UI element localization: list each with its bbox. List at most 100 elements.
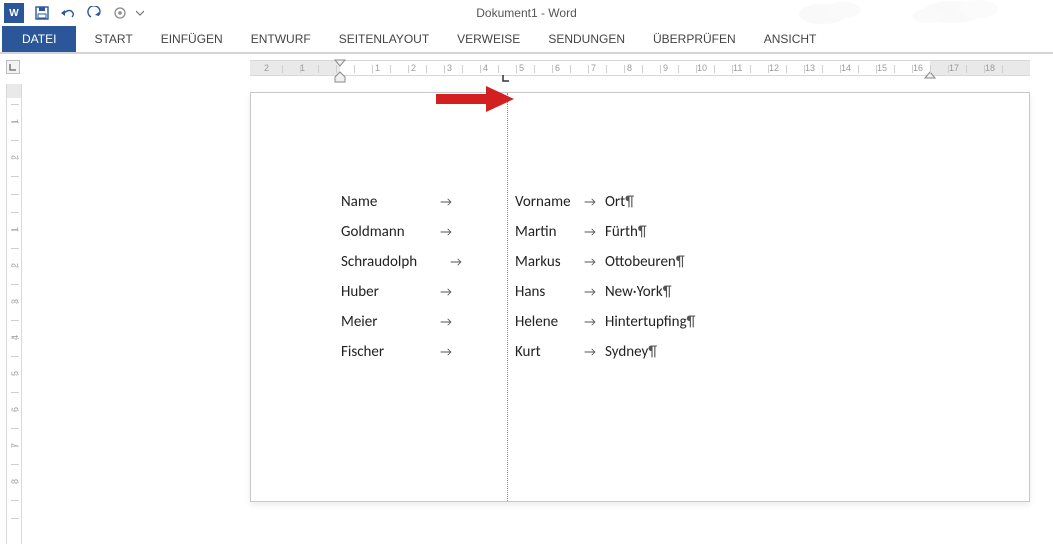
ruler-minor-tick (930, 65, 931, 73)
ruler-minor-tick (11, 518, 19, 519)
tab-mailings[interactable]: SENDUNGEN (534, 26, 639, 52)
document-text[interactable]: Name→Vorname→Ort¶Goldmann→Martin→Fürth¶S… (341, 187, 695, 367)
document-line[interactable]: Meier→Helene→Hintertupfing¶ (341, 307, 695, 337)
ruler-minor-tick (1002, 65, 1003, 73)
qat-customize-icon[interactable] (134, 2, 146, 24)
ruler-number: 15 (877, 63, 887, 73)
ruler-number: 13 (805, 63, 815, 73)
ruler-number: 9 (663, 63, 668, 73)
ruler-minor-tick (11, 230, 19, 231)
col2b-text: Hintertupfing (605, 313, 687, 331)
ruler-minor-tick (696, 65, 697, 73)
ruler-number: 1 (375, 63, 380, 73)
tab-references[interactable]: VERWEISE (443, 26, 534, 52)
tab-review[interactable]: ÜBERPRÜFEN (639, 26, 750, 52)
redo-icon[interactable] (82, 2, 106, 24)
ruler-number: 5 (519, 63, 524, 73)
document-page[interactable]: Name→Vorname→Ort¶Goldmann→Martin→Fürth¶S… (250, 92, 1030, 502)
ruler-minor-tick (11, 176, 19, 177)
tab-design[interactable]: ENTWURF (237, 26, 325, 52)
document-line[interactable]: Name→Vorname→Ort¶ (341, 187, 695, 217)
ruler-top-margin-shade (7, 84, 21, 98)
ruler-number: 6 (555, 63, 560, 73)
ruler-minor-tick (912, 65, 913, 73)
ruler-minor-tick (318, 65, 319, 73)
ruler-minor-tick (11, 500, 19, 501)
col1-text: Schraudolph (341, 247, 436, 277)
ruler-minor-tick (948, 65, 949, 73)
col1-text: Huber (341, 277, 426, 307)
ruler-minor-tick (534, 65, 535, 73)
ruler-number: 3 (447, 63, 452, 73)
ruler-minor-tick (462, 65, 463, 73)
document-line[interactable]: Schraudolph→Markus→Ottobeuren¶ (341, 247, 695, 277)
vertical-ruler[interactable]: 1 2 1 2 3 4 5 6 7 8 (6, 84, 22, 544)
col2b-text: Fürth (605, 223, 638, 241)
title-bar: W Dokument1 - Word (0, 0, 1053, 26)
ruler-minor-tick (750, 65, 751, 73)
col2a-text: Hans (515, 277, 575, 307)
ruler-minor-tick (732, 65, 733, 73)
ruler-minor-tick (480, 65, 481, 73)
col1-text: Goldmann (341, 217, 426, 247)
ruler-minor-tick (372, 65, 373, 73)
pilcrow-icon: ¶ (638, 223, 647, 241)
document-line[interactable]: Fischer→Kurt→Sydney¶ (341, 337, 695, 367)
window-title: Dokument1 - Word (476, 6, 576, 20)
ruler-minor-tick (678, 65, 679, 73)
ruler-minor-tick (336, 65, 337, 73)
ruler-minor-tick (354, 65, 355, 73)
tab-insert[interactable]: EINFÜGEN (147, 26, 237, 52)
ruler-number: 10 (697, 63, 707, 73)
ruler-minor-tick (11, 482, 19, 483)
tab-selector[interactable] (6, 60, 20, 74)
ruler-minor-tick (624, 65, 625, 73)
col2a-text: Vorname (515, 187, 575, 217)
ruler-minor-tick (11, 446, 19, 447)
tab-page-layout[interactable]: SEITENLAYOUT (325, 26, 443, 52)
ruler-minor-tick (11, 266, 19, 267)
tab-arrow-icon: → (436, 248, 476, 278)
horizontal-ruler[interactable]: 2 1 1 2 3 4 5 6 7 8 9 10 11 12 13 14 15 … (250, 60, 1030, 76)
ruler-number: 8 (627, 63, 632, 73)
document-line[interactable]: Goldmann→Martin→Fürth¶ (341, 217, 695, 247)
ruler-minor-tick (11, 284, 19, 285)
ruler-number: 16 (913, 63, 923, 73)
ruler-minor-tick (11, 464, 19, 465)
col2b-text: Ottobeuren (605, 253, 676, 271)
ruler-number: 14 (841, 63, 851, 73)
save-icon[interactable] (30, 2, 54, 24)
ruler-number: 17 (949, 63, 959, 73)
tab-file[interactable]: DATEI (2, 26, 76, 52)
ruler-minor-tick (516, 65, 517, 73)
tab-arrow-icon: → (426, 308, 466, 338)
work-area: 2 1 1 2 3 4 5 6 7 8 9 10 11 12 13 14 15 … (0, 54, 1053, 502)
ruler-minor-tick (11, 356, 19, 357)
ruler-minor-tick (984, 65, 985, 73)
tab-arrow-icon: → (575, 308, 605, 338)
tab-view[interactable]: ANSICHT (750, 26, 831, 52)
ruler-minor-tick (804, 65, 805, 73)
ruler-minor-tick (408, 65, 409, 73)
ruler-minor-tick (11, 428, 19, 429)
ruler-minor-tick (966, 65, 967, 73)
col2a-text: Kurt (515, 337, 575, 367)
ruler-minor-tick (642, 65, 643, 73)
ribbon-tabs: DATEI START EINFÜGEN ENTWURF SEITENLAYOU… (0, 26, 1053, 52)
ruler-number: 18 (985, 63, 995, 73)
document-line[interactable]: Huber→Hans→New·York¶ (341, 277, 695, 307)
col2a-text: Martin (515, 217, 575, 247)
ruler-minor-tick (444, 65, 445, 73)
ruler-minor-tick (714, 65, 715, 73)
undo-icon[interactable] (56, 2, 80, 24)
pilcrow-icon: ¶ (648, 343, 657, 361)
touch-mode-icon[interactable] (108, 2, 132, 24)
ruler-number: 12 (769, 63, 779, 73)
tab-start[interactable]: START (80, 26, 146, 52)
ruler-minor-tick (822, 65, 823, 73)
tab-stop-marker[interactable] (502, 71, 510, 77)
ruler-number: 4 (483, 63, 488, 73)
ruler-number: 2 (264, 63, 269, 73)
ruler-minor-tick (11, 410, 19, 411)
word-app-icon[interactable]: W (4, 3, 24, 23)
